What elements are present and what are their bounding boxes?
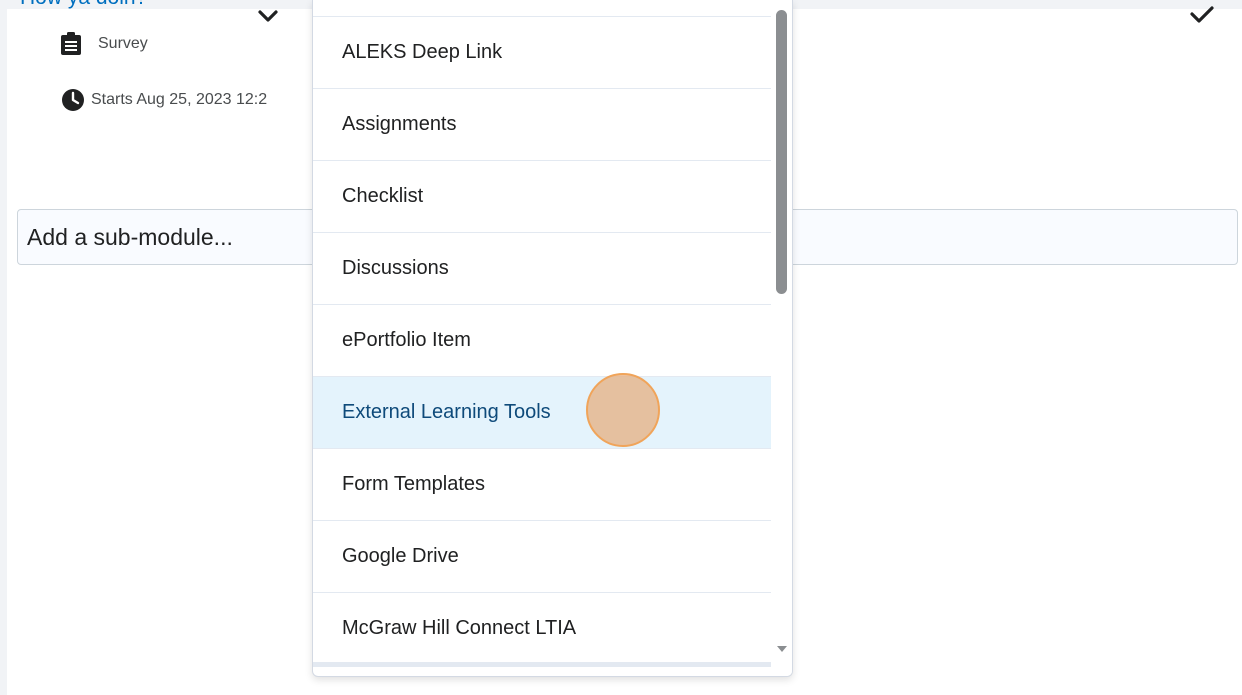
module-title-link[interactable]: How ya doin? [20,0,147,10]
scroll-down-arrow-icon[interactable] [776,645,788,653]
dropdown-item[interactable]: Assignments [313,89,771,161]
item-type-label: Survey [98,35,148,52]
item-type-row: Survey [60,32,148,56]
start-date-row: Starts Aug 25, 2023 12:2 [61,88,267,112]
start-date-text: Starts Aug 25, 2023 12:2 [91,91,268,108]
dropdown-list: ALEKS Deep Link Assignments Checklist Di… [313,0,771,665]
scrollbar-thumb[interactable] [776,10,787,294]
activity-type-dropdown[interactable]: ALEKS Deep Link Assignments Checklist Di… [312,0,793,677]
dropdown-item[interactable]: Form Templates [313,449,771,521]
dropdown-item[interactable]: Discussions [313,233,771,305]
dropdown-item[interactable]: ePortfolio Item [313,305,771,377]
chevron-down-icon[interactable] [257,7,279,25]
clock-icon [62,89,84,111]
dropdown-bottom-edge [313,662,771,667]
clipboard-list-icon [61,32,81,55]
dropdown-item-partial[interactable] [313,0,771,17]
dropdown-item[interactable]: Checklist [313,161,771,233]
dropdown-item[interactable]: ALEKS Deep Link [313,17,771,89]
dropdown-item[interactable]: McGraw Hill Connect LTIA [313,593,771,665]
dropdown-item-active[interactable]: External Learning Tools [313,377,771,449]
dropdown-item[interactable]: Google Drive [313,521,771,593]
checkmark-icon [1190,6,1214,23]
left-frame [0,0,7,695]
